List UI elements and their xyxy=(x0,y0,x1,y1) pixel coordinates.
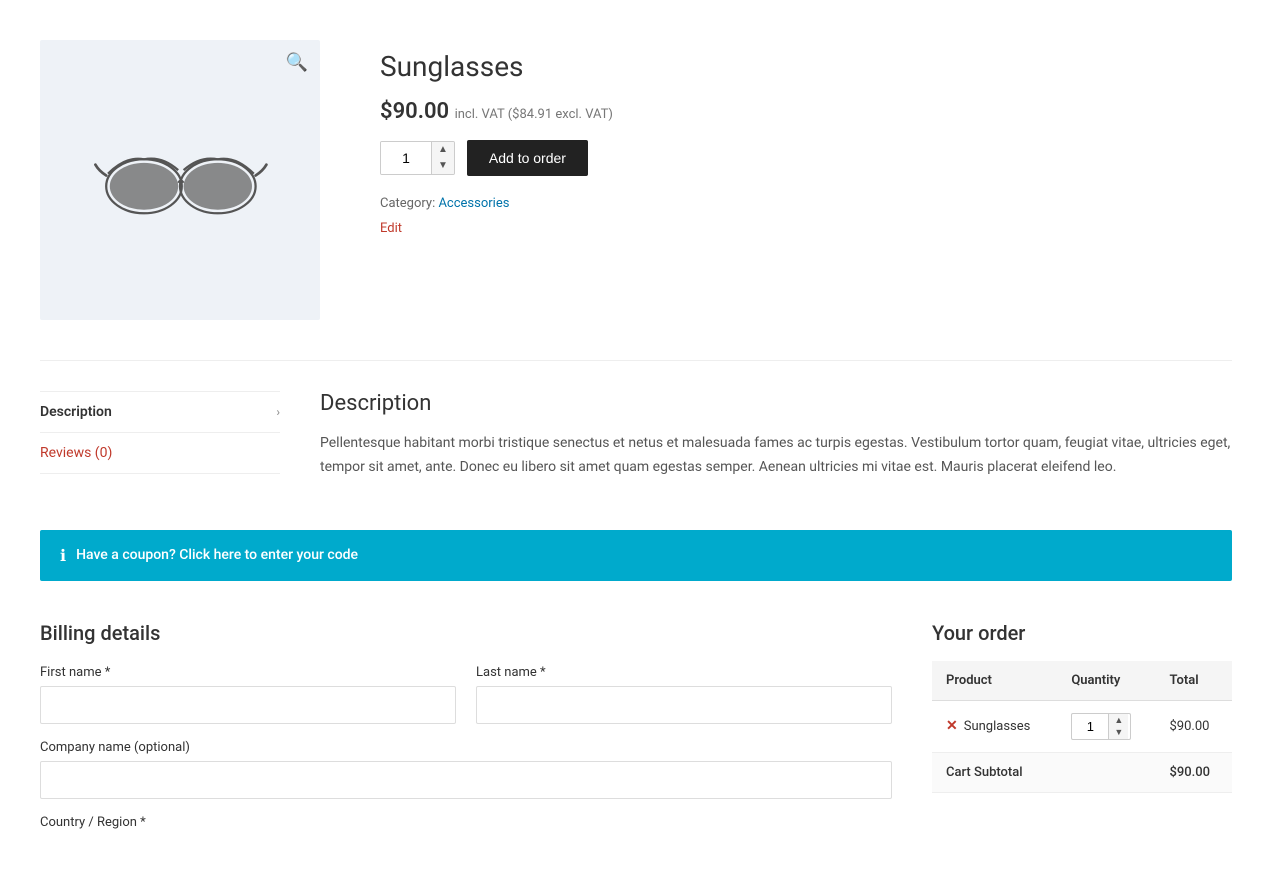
last-name-label: Last name * xyxy=(476,665,892,680)
product-title: Sunglasses xyxy=(380,50,1232,83)
description-text: Pellentesque habitant morbi tristique se… xyxy=(320,432,1232,480)
tab-reviews[interactable]: Reviews (0) xyxy=(40,433,280,474)
description-title: Description xyxy=(320,391,1232,416)
quantity-input[interactable] xyxy=(381,142,431,174)
order-item-name: Sunglasses xyxy=(964,719,1031,734)
category-label: Category: xyxy=(380,196,435,211)
country-group: Country / Region * xyxy=(40,815,892,830)
quantity-add-row: ▲ ▼ Add to order xyxy=(380,140,1232,176)
col-quantity-header: Quantity xyxy=(1057,661,1155,701)
order-quantity-arrows: ▲ ▼ xyxy=(1108,714,1128,740)
first-name-input[interactable] xyxy=(40,686,456,724)
first-name-group: First name * xyxy=(40,665,456,724)
product-image-container: 🔍 xyxy=(40,40,320,320)
country-row: Country / Region * xyxy=(40,815,892,830)
company-name-label: Company name (optional) xyxy=(40,740,892,755)
quantity-up-button[interactable]: ▲ xyxy=(432,142,454,158)
info-icon: ℹ xyxy=(60,546,66,565)
tabs-section: Description › Reviews (0) Description Pe… xyxy=(40,360,1232,510)
order-item-name-cell: ✕ Sunglasses xyxy=(932,700,1057,753)
vat-info: incl. VAT ($84.91 excl. VAT) xyxy=(455,107,613,122)
last-name-input[interactable] xyxy=(476,686,892,724)
product-section: 🔍 Sunglasses xyxy=(40,20,1232,360)
zoom-icon[interactable]: 🔍 xyxy=(286,52,308,73)
company-name-input[interactable] xyxy=(40,761,892,799)
order-quantity-input[interactable] xyxy=(1072,715,1108,738)
tabs-nav: Description › Reviews (0) xyxy=(40,391,280,480)
order-item-row: ✕ Sunglasses ▲ ▼ xyxy=(932,700,1232,753)
order-item-quantity-cell: ▲ ▼ xyxy=(1057,700,1155,753)
order-table: Product Quantity Total ✕ Sunglasses xyxy=(932,661,1232,794)
category-link[interactable]: Accessories xyxy=(438,196,509,211)
coupon-text: Have a coupon? Click here to enter your … xyxy=(76,547,358,563)
your-order-title: Your order xyxy=(932,621,1232,645)
quantity-down-button[interactable]: ▼ xyxy=(432,158,454,174)
edit-link[interactable]: Edit xyxy=(380,221,402,236)
col-total-header: Total xyxy=(1156,661,1233,701)
price-amount: $90.00 xyxy=(380,99,449,124)
quantity-input-wrap: ▲ ▼ xyxy=(380,141,455,175)
tab-reviews-label: Reviews (0) xyxy=(40,445,112,461)
order-item-total-cell: $90.00 xyxy=(1156,700,1233,753)
quantity-arrows: ▲ ▼ xyxy=(431,142,454,174)
order-quantity-up-button[interactable]: ▲ xyxy=(1109,714,1128,727)
last-name-group: Last name * xyxy=(476,665,892,724)
col-product-header: Product xyxy=(932,661,1057,701)
product-price: $90.00 incl. VAT ($84.91 excl. VAT) xyxy=(380,99,1232,124)
billing-details: Billing details First name * Last name * xyxy=(40,621,892,846)
tab-description[interactable]: Description › xyxy=(40,391,280,433)
country-label: Country / Region * xyxy=(40,815,892,830)
first-name-label: First name * xyxy=(40,665,456,680)
company-name-group: Company name (optional) xyxy=(40,740,892,799)
chevron-right-icon: › xyxy=(276,405,280,419)
checkout-section: Billing details First name * Last name * xyxy=(40,601,1232,866)
tab-description-label: Description xyxy=(40,404,112,420)
product-meta: Category: Accessories xyxy=(380,196,1232,211)
order-quantity-wrap: ▲ ▼ xyxy=(1071,713,1131,741)
billing-title: Billing details xyxy=(40,621,892,645)
add-to-order-button[interactable]: Add to order xyxy=(467,140,588,176)
tab-content: Description Pellentesque habitant morbi … xyxy=(320,391,1232,480)
cart-subtotal-row: Cart Subtotal $90.00 xyxy=(932,753,1232,793)
your-order: Your order Product Quantity Total ✕ xyxy=(932,621,1232,846)
remove-item-button[interactable]: ✕ xyxy=(946,718,958,734)
cart-subtotal-label: Cart Subtotal xyxy=(932,753,1156,793)
order-quantity-down-button[interactable]: ▼ xyxy=(1109,726,1128,739)
coupon-banner[interactable]: ℹ Have a coupon? Click here to enter you… xyxy=(40,530,1232,581)
name-row: First name * Last name * xyxy=(40,665,892,724)
company-row: Company name (optional) xyxy=(40,740,892,799)
cart-subtotal-value: $90.00 xyxy=(1156,753,1233,793)
product-details: Sunglasses $90.00 incl. VAT ($84.91 excl… xyxy=(380,40,1232,320)
product-image xyxy=(90,130,270,230)
